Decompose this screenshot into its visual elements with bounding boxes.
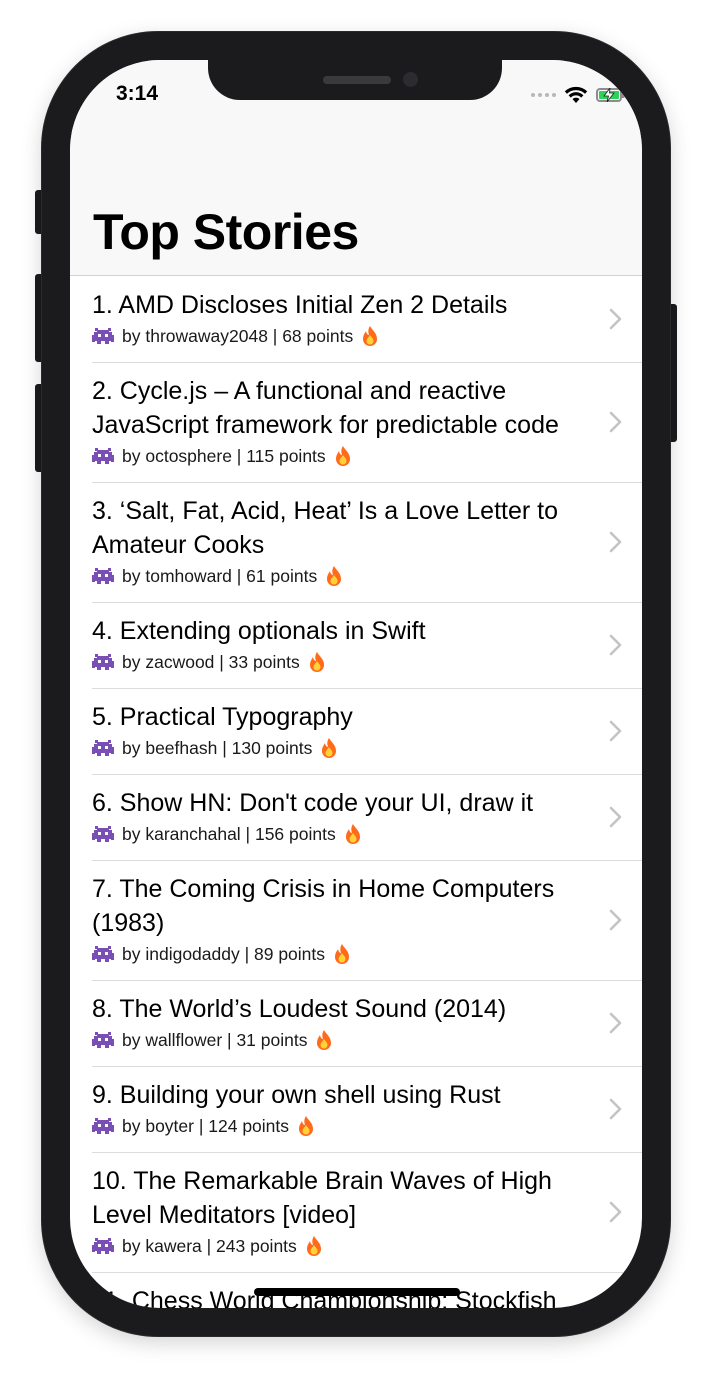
alien-monster-icon [92, 327, 114, 345]
chevron-right-icon [609, 1098, 622, 1120]
story-title: 10. The Remarkable Brain Waves of High L… [92, 1167, 552, 1229]
fire-icon [334, 445, 352, 467]
alien-monster-icon [92, 825, 114, 843]
fire-icon [315, 1029, 333, 1051]
story-meta-text: by kawera | 243 points [122, 1236, 297, 1256]
fire-icon [325, 565, 343, 587]
story-meta: by indigodaddy | 89 points [92, 942, 592, 966]
chevron-right-icon [609, 531, 622, 553]
alien-monster-icon [92, 447, 114, 465]
story-meta-text: by boyter | 124 points [122, 1116, 290, 1136]
story-row[interactable]: 9. Building your own shell using Rust by … [70, 1066, 642, 1153]
home-indicator[interactable] [254, 1288, 460, 1296]
chevron-right-icon [609, 806, 622, 828]
story-meta-text: by beefhash | 130 points [122, 738, 313, 758]
fire-icon [305, 1235, 323, 1257]
chevron-right-icon [609, 909, 622, 931]
notch [208, 60, 502, 100]
story-meta-text: by throwaway2048 | 68 points [122, 326, 354, 346]
cellular-signal-icon [531, 93, 556, 97]
status-icons [531, 86, 625, 104]
story-title: 4. Extending optionals in Swift [92, 617, 426, 645]
alien-monster-icon [92, 653, 114, 671]
story-row[interactable]: 3. ‘Salt, Fat, Acid, Heat’ Is a Love Let… [70, 482, 642, 603]
story-title: 8. The World’s Loudest Sound (2014) [92, 995, 507, 1023]
screen: 3:14 Top Stories 1. AMD Discloses Initia… [70, 60, 642, 1308]
story-meta: by beefhash | 130 points [92, 736, 592, 760]
fire-icon [320, 737, 338, 759]
alien-monster-icon [92, 739, 114, 757]
story-meta: by throwaway2048 | 68 points [92, 324, 592, 348]
fire-icon [344, 823, 362, 845]
story-meta: by karanchahal | 156 points [92, 822, 592, 846]
story-row[interactable]: 5. Practical Typography by beefhash | 130… [70, 688, 642, 775]
alien-monster-icon [92, 1031, 114, 1049]
story-row[interactable]: 7. The Coming Crisis in Home Computers (… [70, 860, 642, 981]
fire-icon [333, 943, 351, 965]
story-row[interactable]: 1. AMD Discloses Initial Zen 2 Details by… [70, 276, 642, 363]
story-meta: by zacwood | 33 points [92, 650, 592, 674]
story-list[interactable]: 1. AMD Discloses Initial Zen 2 Details by… [70, 276, 642, 1308]
chevron-right-icon [609, 1012, 622, 1034]
chevron-right-icon [609, 720, 622, 742]
story-meta: by boyter | 124 points [92, 1114, 592, 1138]
story-meta-text: by karanchahal | 156 points [122, 824, 336, 844]
wifi-icon [564, 86, 588, 103]
story-title: 5. Practical Typography [92, 703, 353, 731]
chevron-right-icon [609, 308, 622, 330]
speaker [323, 76, 391, 84]
fire-icon [308, 651, 326, 673]
story-title: 3. ‘Salt, Fat, Acid, Heat’ Is a Love Let… [92, 497, 558, 559]
chevron-right-icon [609, 1201, 622, 1223]
status-time: 3:14 [116, 82, 159, 105]
story-title: 2. Cycle.js – A functional and reactive … [92, 377, 559, 439]
story-row[interactable]: 8. The World’s Loudest Sound (2014) by wa… [70, 980, 642, 1067]
story-meta-text: by zacwood | 33 points [122, 652, 300, 672]
story-meta: by wallflower | 31 points [92, 1028, 592, 1052]
story-meta-text: by octosphere | 115 points [122, 446, 326, 466]
fire-icon [297, 1115, 315, 1137]
story-title: 9. Building your own shell using Rust [92, 1081, 501, 1109]
chevron-right-icon [609, 411, 622, 433]
battery-icon [596, 88, 625, 102]
story-meta: by octosphere | 115 points [92, 444, 592, 468]
story-row[interactable]: 4. Extending optionals in Swift by zacwoo… [70, 602, 642, 689]
story-meta: by kawera | 243 points [92, 1234, 592, 1258]
story-row[interactable]: 10. The Remarkable Brain Waves of High L… [70, 1152, 642, 1273]
story-meta-text: by wallflower | 31 points [122, 1030, 308, 1050]
story-meta-text: by tomhoward | 61 points [122, 566, 318, 586]
alien-monster-icon [92, 567, 114, 585]
story-title: 1. AMD Discloses Initial Zen 2 Details [92, 291, 508, 319]
fire-icon [361, 325, 379, 347]
story-meta-text: by indigodaddy | 89 points [122, 944, 326, 964]
alien-monster-icon [92, 1237, 114, 1255]
story-title: 6. Show HN: Don't code your UI, draw it [92, 789, 534, 817]
story-row[interactable]: 6. Show HN: Don't code your UI, draw it b… [70, 774, 642, 861]
page-title: Top Stories [93, 204, 359, 260]
story-row[interactable]: 2. Cycle.js – A functional and reactive … [70, 362, 642, 483]
chevron-right-icon [609, 634, 622, 656]
camera [403, 72, 418, 87]
alien-monster-icon [92, 1117, 114, 1135]
alien-monster-icon [92, 945, 114, 963]
story-meta: by tomhoward | 61 points [92, 564, 592, 588]
story-title: 7. The Coming Crisis in Home Computers (… [92, 875, 555, 937]
